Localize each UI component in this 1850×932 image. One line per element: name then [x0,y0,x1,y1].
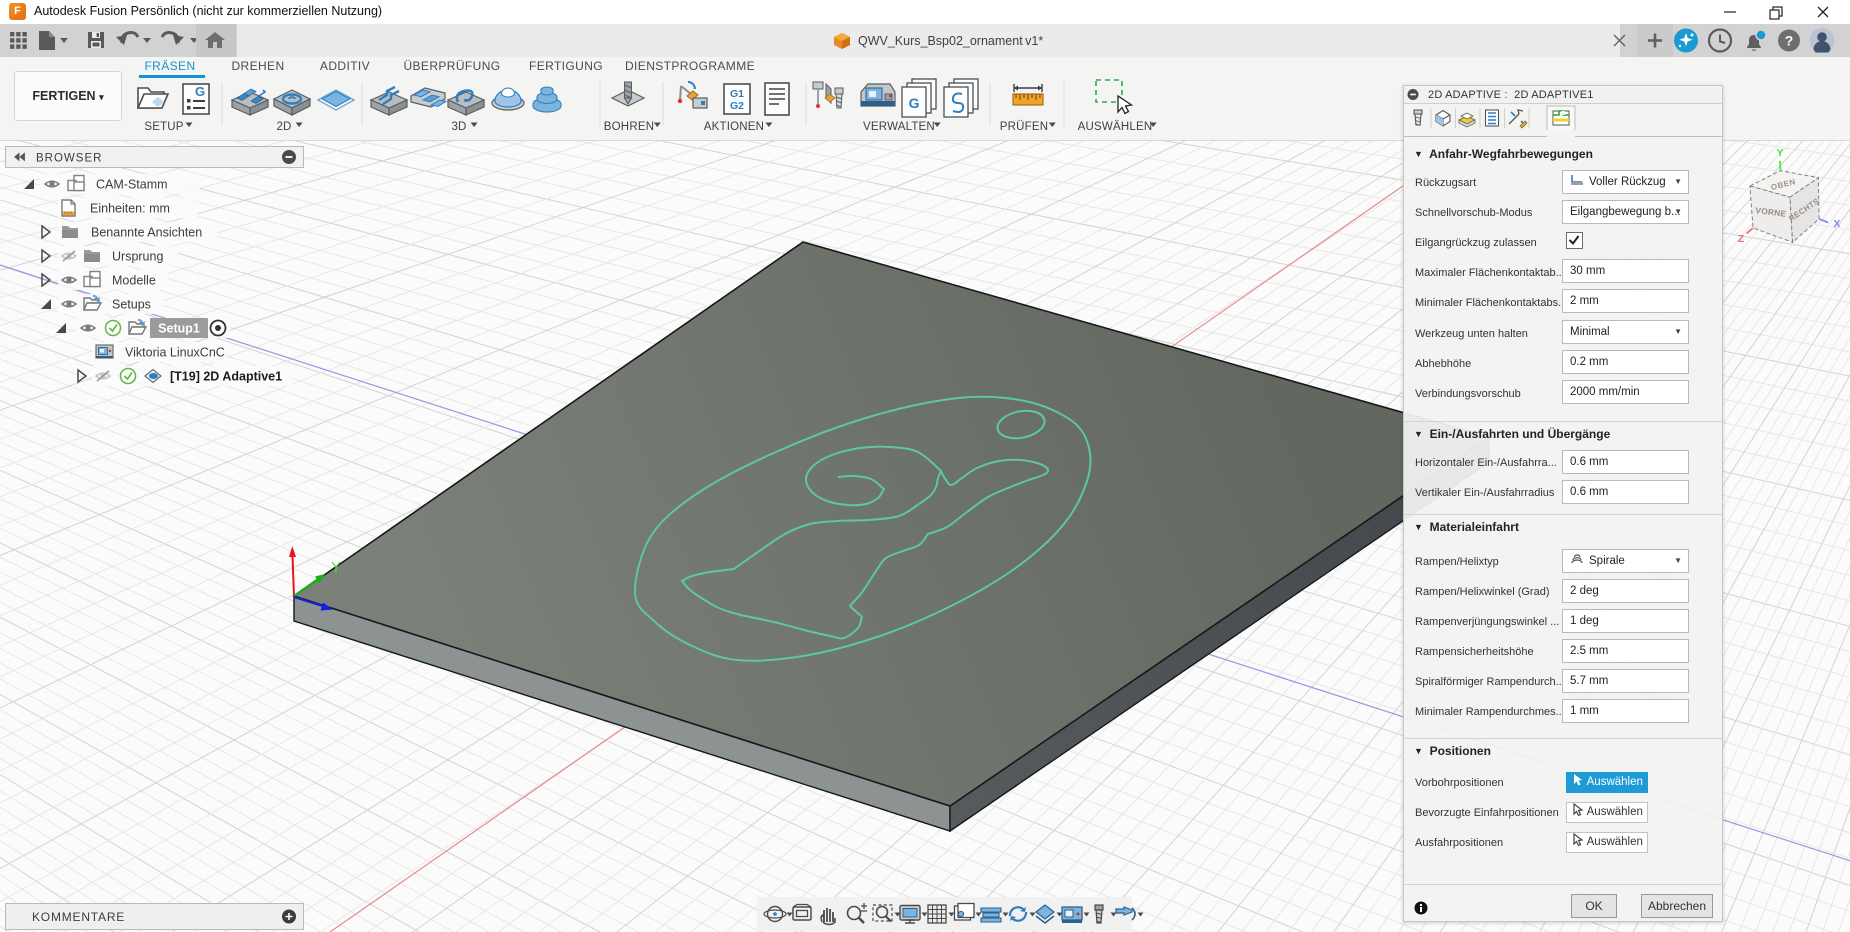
svg-text:DIENSTPROGRAMME: DIENSTPROGRAMME [625,59,755,73]
svg-text:G1: G1 [730,88,744,100]
svg-text:G: G [909,95,920,111]
svg-text:Y: Y [1776,147,1783,159]
svg-text:PRÜFEN: PRÜFEN [1000,121,1048,133]
svg-text:BOHREN: BOHREN [604,121,654,133]
svg-text:FRÄSEN: FRÄSEN [144,59,195,73]
svg-text:DREHEN: DREHEN [231,59,284,73]
svg-text:X: X [1833,218,1840,230]
svg-text:BROWSER: BROWSER [36,153,102,165]
svg-text:AUSWÄHLEN: AUSWÄHLEN [1078,121,1153,133]
svg-text:Z: Z [1738,233,1745,245]
svg-text:KOMMENTARE: KOMMENTARE [32,910,125,924]
svg-text:SETUP: SETUP [144,121,183,133]
svg-text:G: G [195,84,205,99]
svg-text:G2: G2 [730,100,744,112]
svg-text:QWV_Kurs_Bsp02_ornament v1*: QWV_Kurs_Bsp02_ornament v1* [858,34,1043,48]
svg-text:AKTIONEN: AKTIONEN [704,121,764,133]
svg-text:2D: 2D [276,121,291,133]
svg-text:ÜBERPRÜFUNG: ÜBERPRÜFUNG [403,59,500,73]
svg-text:FERTIGUNG: FERTIGUNG [529,59,603,73]
svg-text:?: ? [1785,33,1794,49]
svg-text:VERWALTEN: VERWALTEN [863,121,935,133]
svg-text:ADDITIV: ADDITIV [320,59,370,73]
svg-text:3D: 3D [451,121,466,133]
